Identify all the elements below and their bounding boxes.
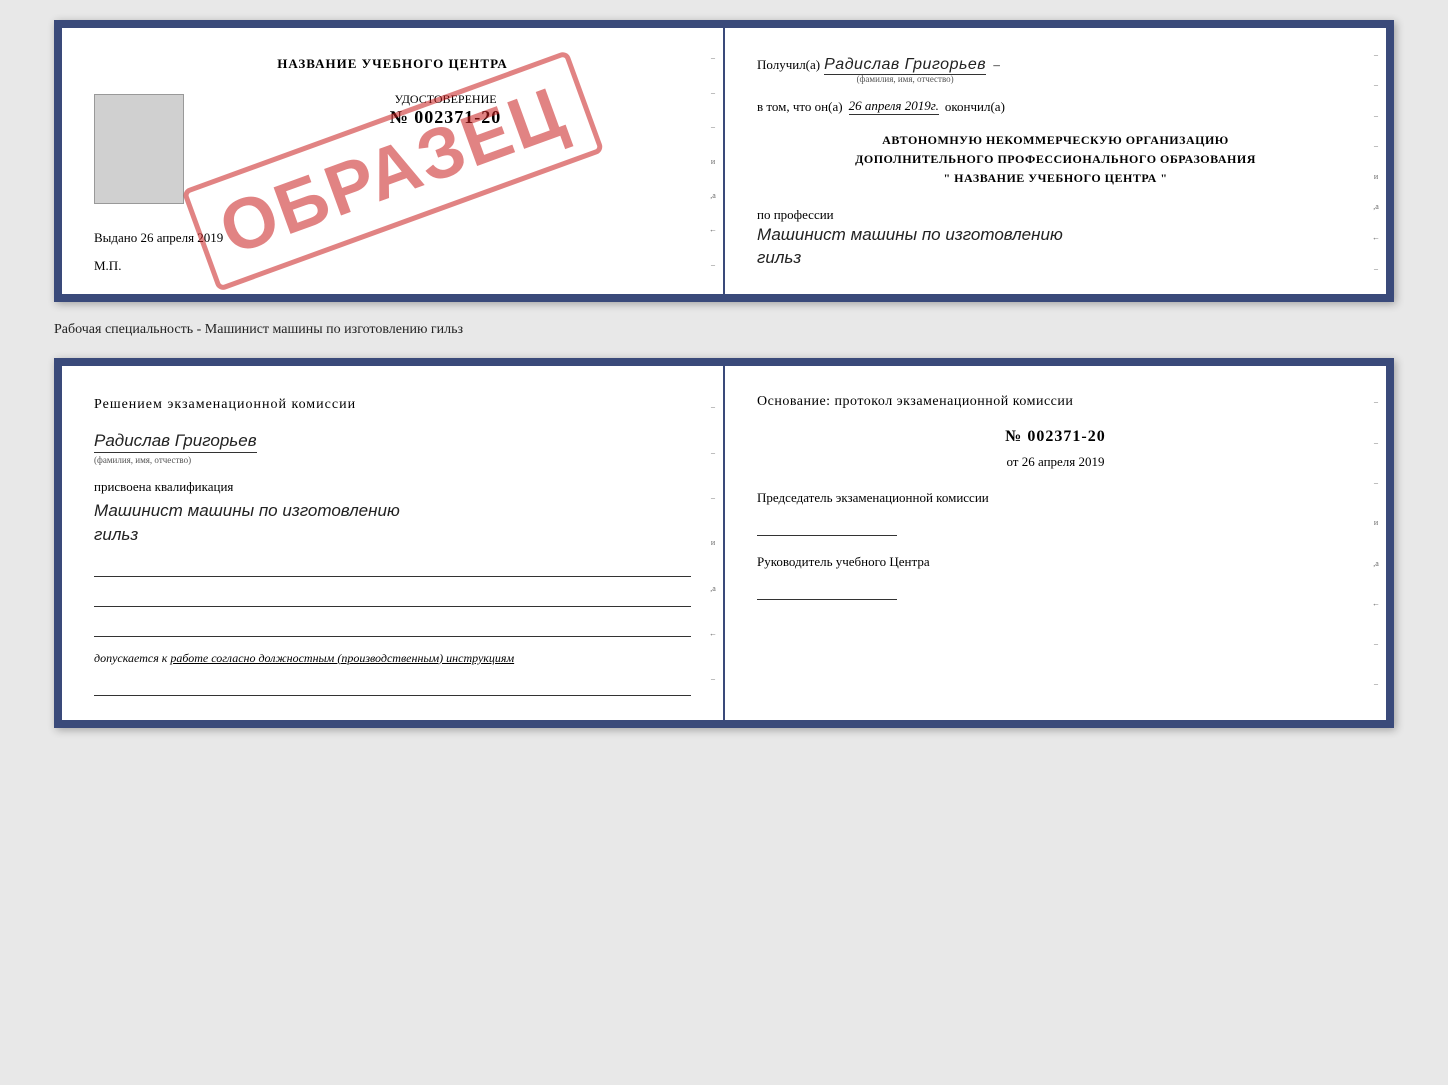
qualification-value: Машинист машины по изготовлению гильз [94, 499, 691, 547]
cert-number-value: 002371-20 [414, 107, 501, 127]
bottom-document: Решением экзаменационной комиссии Радисл… [54, 358, 1394, 728]
org-block: АВТОНОМНУЮ НЕКОММЕРЧЕСКУЮ ОРГАНИЗАЦИЮ ДО… [757, 131, 1354, 189]
right-edge-ticks-4: – – – и ,а ← – – [1366, 366, 1386, 720]
допуск-block: допускается к работе согласно должностны… [94, 651, 691, 666]
finished-label: окончил(а) [945, 99, 1005, 115]
cert-mp: М.П. [94, 258, 121, 274]
допуск-prefix: допускается к [94, 651, 167, 665]
profession-value: Машинист машины по изготовлению гильз [757, 223, 1354, 271]
fio-sublabel: (фамилия, имя, отчество) [824, 74, 986, 84]
underline-3 [94, 617, 691, 637]
а-mark3: ,а [710, 584, 716, 593]
date-prefix-bot: от [1006, 454, 1018, 469]
number-prefix: № [1005, 428, 1022, 445]
protocol-number: № 002371-20 [757, 428, 1354, 446]
cert-label: УДОСТОВЕРЕНИЕ [200, 92, 691, 107]
issued-label: Выдано [94, 230, 137, 245]
bottom-name-block: Радислав Григорьев (фамилия, имя, отчест… [94, 431, 691, 465]
osnov-title: Основание: протокол экзаменационной коми… [757, 394, 1354, 410]
bottom-fio-label: (фамилия, имя, отчество) [94, 455, 691, 465]
right-edge-ticks-3: – – – и ,а ← – [703, 366, 723, 720]
к-mark2: ← [1372, 233, 1380, 242]
top-document: НАЗВАНИЕ УЧЕБНОГО ЦЕНТРА ОБРАЗЕЦ УДОСТОВ… [54, 20, 1394, 302]
date-line: в том, что он(а) 26 апреля 2019г. окончи… [757, 98, 1354, 115]
bottom-left-title: Решением экзаменационной комиссии [94, 394, 691, 415]
number-value: 002371-20 [1027, 428, 1105, 445]
cert-number-prefix: № [390, 107, 409, 127]
top-doc-left: НАЗВАНИЕ УЧЕБНОГО ЦЕНТРА ОБРАЗЕЦ УДОСТОВ… [62, 28, 725, 294]
director-block: Руководитель учебного Центра [757, 554, 1354, 600]
bottom-name: Радислав Григорьев [94, 431, 257, 453]
а-mark: ,а [710, 191, 716, 200]
photo-placeholder [94, 94, 184, 204]
qual-line2: гильз [94, 523, 691, 547]
profession-label: по профессии [757, 207, 1354, 223]
org-line1: АВТОНОМНУЮ НЕКОММЕРЧЕСКУЮ ОРГАНИЗАЦИЮ [757, 131, 1354, 150]
chairman-label: Председатель экзаменационной комиссии [757, 490, 1354, 506]
org-name-line: " НАЗВАНИЕ УЧЕБНОГО ЦЕНТРА " [757, 169, 1354, 188]
cert-number-block: УДОСТОВЕРЕНИЕ № 002371-20 [200, 92, 691, 128]
top-left-title: НАЗВАНИЕ УЧЕБНОГО ЦЕНТРА [94, 56, 691, 72]
org-quote-open: " [944, 171, 951, 185]
и-mark2: и [1374, 172, 1378, 181]
date-value-bot: 26 апреля 2019 [1022, 454, 1105, 469]
и-mark: и [711, 157, 715, 166]
profession-line2: гильз [757, 246, 1354, 270]
director-label: Руководитель учебного Центра [757, 554, 1354, 570]
protocol-date: от 26 апреля 2019 [757, 454, 1354, 470]
bottom-doc-left: Решением экзаменационной комиссии Радисл… [62, 366, 725, 720]
received-prefix: Получил(а) [757, 57, 820, 73]
org-quote-close: " [1160, 171, 1167, 185]
underline-2 [94, 587, 691, 607]
к-mark: ← [709, 225, 717, 234]
а-mark4: ,а [1373, 559, 1379, 568]
к-mark4: ← [1372, 599, 1380, 608]
date-prefix: в том, что он(а) [757, 99, 843, 115]
bottom-doc-right: Основание: протокол экзаменационной коми… [725, 366, 1386, 720]
допуск-text: работе согласно должностным (производств… [170, 651, 514, 665]
issued-date: 26 апреля 2019 [141, 230, 224, 245]
top-doc-right: Получил(а) Радислав Григорьев (фамилия, … [725, 28, 1386, 294]
qual-line1: Машинист машины по изготовлению [94, 499, 691, 523]
chairman-sign-line [757, 514, 897, 536]
underline-4 [94, 676, 691, 696]
и-mark3: и [711, 538, 715, 547]
director-sign-line [757, 578, 897, 600]
profession-line1: Машинист машины по изготовлению [757, 223, 1354, 247]
profession-block: по профессии Машинист машины по изготовл… [757, 207, 1354, 271]
org-line2: ДОПОЛНИТЕЛЬНОГО ПРОФЕССИОНАЛЬНОГО ОБРАЗО… [757, 150, 1354, 169]
right-edge-ticks-2: – – – – и ,а ← – [1366, 28, 1386, 294]
org-name: НАЗВАНИЕ УЧЕБНОГО ЦЕНТРА [954, 171, 1157, 185]
cert-issued-date: Выдано 26 апреля 2019 [94, 230, 691, 246]
received-line: Получил(а) Радислав Григорьев (фамилия, … [757, 56, 1354, 84]
date-value: 26 апреля 2019г. [849, 98, 939, 115]
received-name: Радислав Григорьев [824, 56, 986, 75]
chairman-block: Председатель экзаменационной комиссии [757, 490, 1354, 536]
assigned-label: присвоена квалификация [94, 479, 691, 495]
right-edge-ticks: – – – и ,а ← – [703, 28, 723, 294]
и-mark4: и [1374, 518, 1378, 527]
separator-label: Рабочая специальность - Машинист машины … [54, 320, 1394, 340]
к-mark3: ← [709, 629, 717, 638]
underline-1 [94, 557, 691, 577]
cert-number: № 002371-20 [200, 107, 691, 128]
а-mark2: ,а [1373, 202, 1379, 211]
